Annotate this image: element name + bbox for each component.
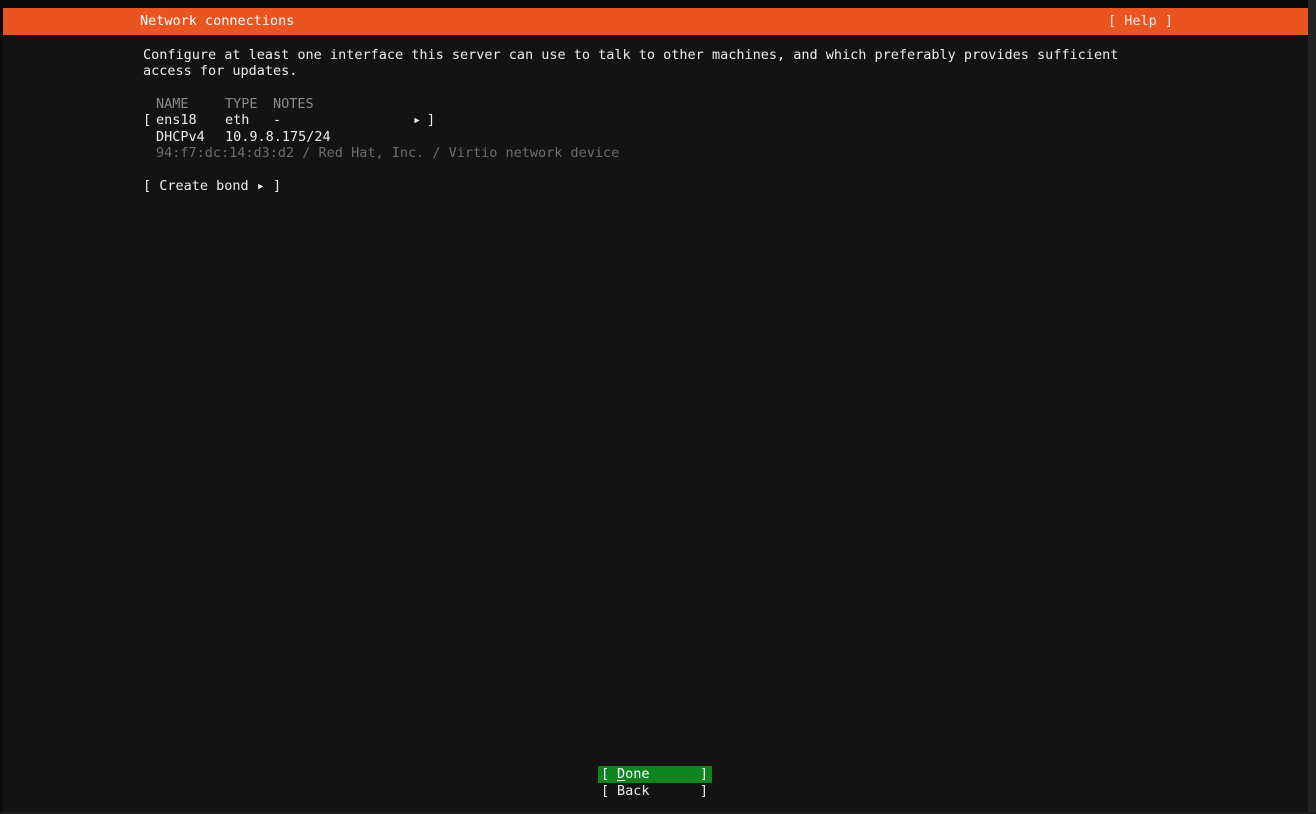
interface-row-ens18[interactable]: [ ens18 eth - ▸ ] <box>3 112 1308 129</box>
row-close-bracket: ] <box>427 112 436 128</box>
table-header-row: NAME TYPE NOTES <box>3 96 1308 113</box>
column-header-type: TYPE <box>225 96 258 112</box>
done-label-rest: one <box>625 766 650 782</box>
done-button[interactable]: [ Done ] <box>598 766 712 783</box>
done-hotkey: D <box>617 766 626 782</box>
dhcp-address: 10.9.8.175/24 <box>225 129 331 145</box>
device-info: 94:f7:dc:14:d3:d2 / Red Hat, Inc. / Virt… <box>156 145 620 161</box>
row-open-bracket: [ <box>143 112 152 128</box>
expand-arrow-icon: ▸ <box>413 112 422 128</box>
description-line-1: Configure at least one interface this se… <box>143 47 1119 63</box>
back-button[interactable]: [ Back ] <box>598 783 712 800</box>
create-bond-button[interactable]: [ Create bond ▸ ] <box>143 178 281 195</box>
column-header-notes: NOTES <box>273 96 314 112</box>
column-header-name: NAME <box>156 96 189 112</box>
titlebar: Network connections [ Help ] <box>3 8 1308 35</box>
page-title: Network connections <box>140 13 295 29</box>
back-label: Back <box>617 783 650 799</box>
back-open-bracket: [ <box>601 783 610 799</box>
done-open-bracket: [ <box>601 766 610 782</box>
dhcp-label: DHCPv4 <box>156 129 205 145</box>
description-line-2: access for updates. <box>143 63 298 79</box>
back-close-bracket: ] <box>699 783 708 799</box>
window-edge-right <box>1308 0 1316 814</box>
interface-type: eth <box>225 112 250 128</box>
help-button[interactable]: [ Help ] <box>1108 13 1173 30</box>
installer-terminal: Network connections [ Help ] Configure a… <box>3 8 1308 812</box>
installer-screen: Network connections [ Help ] Configure a… <box>0 0 1316 814</box>
dhcp-info-row: DHCPv4 10.9.8.175/24 <box>3 129 1308 146</box>
done-close-bracket: ] <box>699 766 708 782</box>
interface-name: ens18 <box>156 112 197 128</box>
interface-notes: - <box>273 112 282 128</box>
done-label: Done <box>617 766 650 783</box>
